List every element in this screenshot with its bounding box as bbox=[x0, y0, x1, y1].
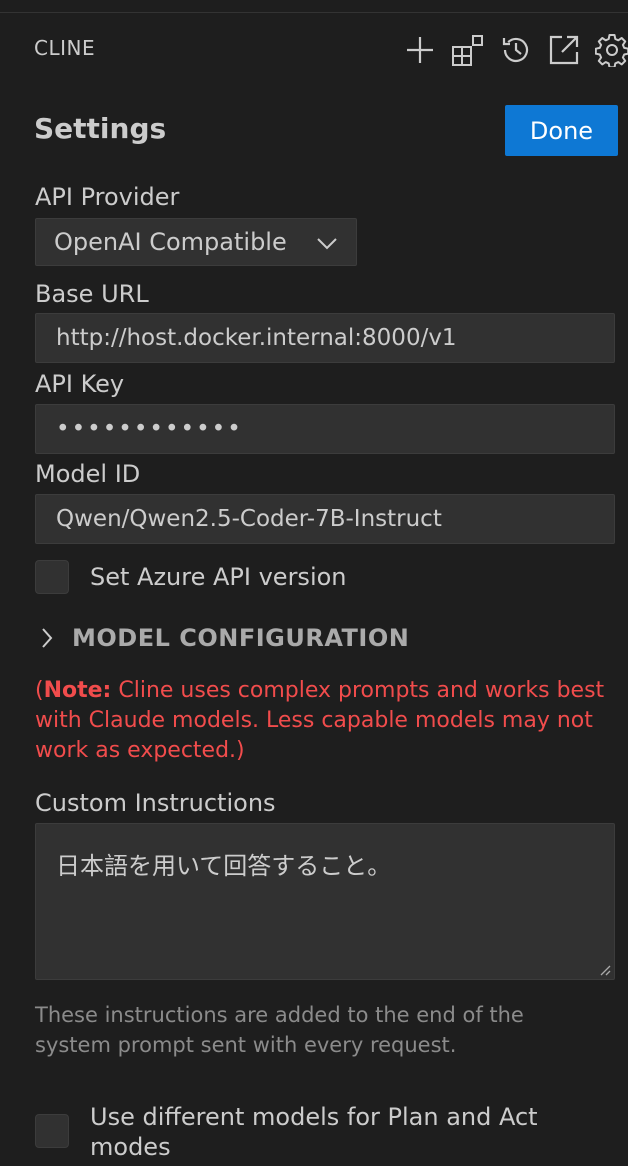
api-provider-label: API Provider bbox=[35, 183, 180, 211]
top-divider bbox=[0, 12, 628, 13]
plan-act-models-checkbox[interactable] bbox=[35, 1114, 69, 1148]
history-icon[interactable] bbox=[492, 30, 540, 70]
custom-instructions-textarea[interactable]: 日本語を用いて回答すること。 bbox=[35, 823, 615, 980]
model-configuration-toggle[interactable]: MODEL CONFIGURATION bbox=[40, 624, 409, 652]
note-prefix: Note: bbox=[43, 678, 112, 703]
chevron-down-icon bbox=[317, 238, 337, 250]
resize-grip-icon[interactable] bbox=[599, 964, 611, 976]
plan-act-models-label: Use different models for Plan and Act mo… bbox=[90, 1103, 538, 1161]
cline-settings-panel: CLINE Settings Done API Provider OpenAI … bbox=[0, 0, 628, 1166]
base-url-label: Base URL bbox=[35, 280, 149, 308]
custom-instructions-help: These instructions are added to the end … bbox=[35, 1003, 524, 1057]
settings-title: Settings bbox=[34, 112, 167, 145]
api-key-label: API Key bbox=[35, 370, 125, 398]
model-id-input[interactable]: Qwen/Qwen2.5-Coder-7B-Instruct bbox=[35, 494, 615, 544]
azure-api-version-label: Set Azure API version bbox=[90, 563, 347, 591]
custom-instructions-label: Custom Instructions bbox=[35, 789, 276, 817]
header-toolbar bbox=[396, 30, 628, 70]
done-button[interactable]: Done bbox=[505, 105, 618, 156]
model-id-label: Model ID bbox=[35, 460, 141, 488]
plus-icon[interactable] bbox=[396, 30, 444, 70]
api-key-input[interactable]: •••••••••••• bbox=[35, 404, 615, 454]
panel-title: CLINE bbox=[34, 36, 96, 60]
azure-api-version-checkbox[interactable] bbox=[35, 560, 69, 594]
api-provider-select[interactable]: OpenAI Compatible bbox=[35, 218, 357, 266]
api-provider-value: OpenAI Compatible bbox=[54, 228, 287, 256]
note-open-paren: ( bbox=[35, 678, 44, 703]
note-text: Cline uses complex prompts and works bes… bbox=[35, 678, 605, 763]
custom-instructions-value: 日本語を用いて回答すること。 bbox=[56, 852, 392, 880]
gear-icon[interactable] bbox=[588, 30, 628, 70]
popout-icon[interactable] bbox=[540, 30, 588, 70]
chevron-right-icon bbox=[42, 628, 53, 648]
base-url-input[interactable]: http://host.docker.internal:8000/v1 bbox=[35, 313, 615, 363]
mcp-servers-icon[interactable] bbox=[444, 30, 492, 70]
claude-warning-note: (Note: Cline uses complex prompts and wo… bbox=[35, 676, 620, 766]
model-configuration-label: MODEL CONFIGURATION bbox=[72, 624, 410, 652]
